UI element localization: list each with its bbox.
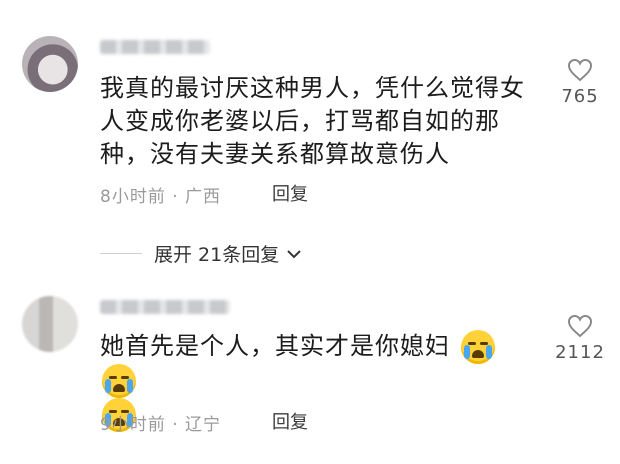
expand-replies-label: 展开 21条回复 — [154, 244, 280, 266]
expand-replies-button[interactable]: 展开 21条回复 — [100, 240, 303, 267]
heart-outline-icon — [567, 314, 593, 338]
comment-location: 广西 — [185, 187, 222, 207]
reply-button[interactable]: 回复 — [272, 180, 308, 206]
like-button[interactable]: 765 — [550, 58, 610, 107]
like-count: 765 — [561, 86, 599, 107]
heart-outline-icon — [567, 58, 593, 82]
crying-emoji — [102, 364, 136, 398]
comment-2: 她首先是个人，其实才是你媳妇 9小时前 · 辽宁 回复 2112 — [0, 280, 620, 464]
comment-time: 8小时前 — [100, 187, 166, 207]
comment-location: 辽宁 — [185, 415, 222, 435]
avatar[interactable] — [22, 296, 78, 352]
comment-text: 我真的最讨厌这种男人，凭什么觉得女 人变成你老婆以后，打骂都自如的那 种，没有夫… — [100, 74, 525, 168]
avatar[interactable] — [22, 36, 78, 92]
comment-meta: 9小时前 · 辽宁 — [100, 415, 222, 435]
like-button[interactable]: 2112 — [550, 314, 610, 363]
crying-emoji — [460, 330, 495, 364]
reply-button[interactable]: 回复 — [272, 408, 308, 434]
comment-1: 我真的最讨厌这种男人，凭什么觉得女 人变成你老婆以后，打骂都自如的那 种，没有夫… — [0, 0, 620, 230]
comment-meta: 8小时前 · 广西 — [100, 187, 222, 207]
like-count: 2112 — [555, 342, 605, 363]
username-blurred[interactable] — [100, 40, 210, 54]
divider-line — [100, 253, 142, 254]
chevron-down-icon — [287, 249, 301, 258]
comment-time: 9小时前 — [100, 415, 166, 435]
username-blurred[interactable] — [100, 300, 230, 314]
